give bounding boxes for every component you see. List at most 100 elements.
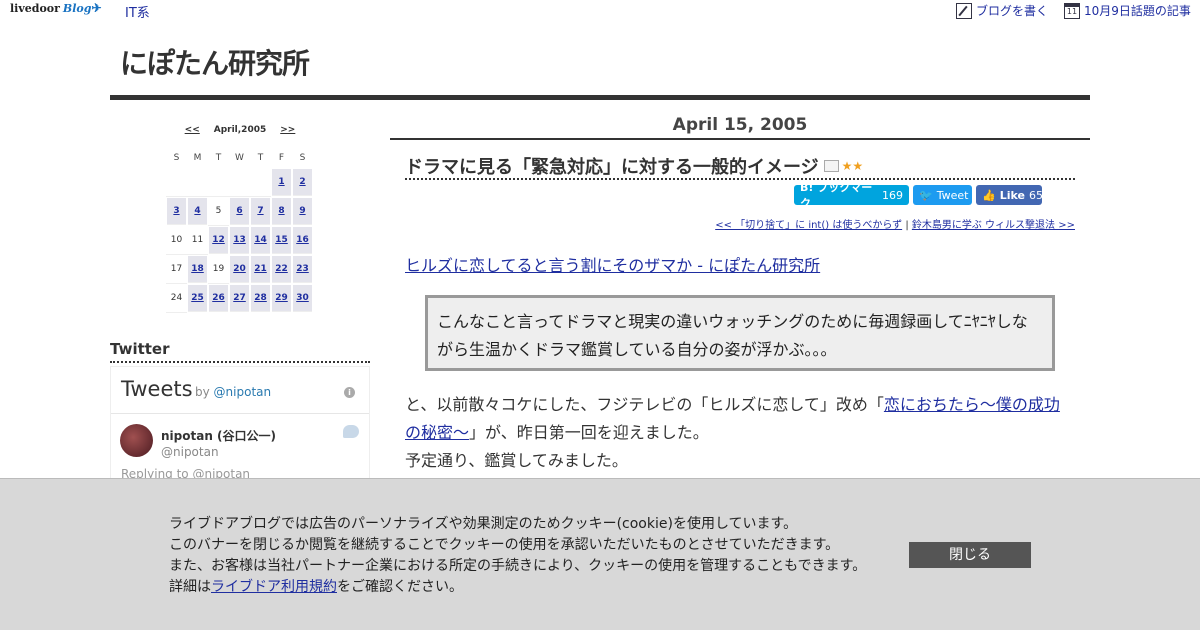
- post-date: April 15, 2005: [672, 115, 808, 135]
- logo-text: livedoor: [10, 2, 60, 15]
- calendar-day: [208, 168, 229, 197]
- image-icon: [823, 160, 839, 172]
- tweets-by: by @nipotan: [195, 385, 271, 399]
- calendar-day-link[interactable]: 9: [293, 198, 312, 225]
- like-count: 65: [1028, 188, 1043, 202]
- post-body: と、以前散々コケにした、フジテレビの「ヒルズに恋して」改め「恋におちたら～僕の成…: [405, 391, 1075, 475]
- calendar-day-link[interactable]: 25: [188, 285, 207, 312]
- date-divider: [390, 138, 1090, 140]
- pencil-icon: [956, 2, 972, 19]
- calendar-weekday: T: [215, 153, 222, 163]
- title-divider: [405, 178, 1075, 180]
- calendar-prev-link[interactable]: <<: [185, 125, 200, 135]
- calendar-day-link[interactable]: 27: [230, 285, 249, 312]
- prev-post-link[interactable]: << 「切り捨て」に int() は使うべからず: [715, 220, 902, 231]
- calendar-month: April,2005: [213, 125, 267, 135]
- calendar-day-link[interactable]: 28: [251, 285, 270, 312]
- calendar-day-link[interactable]: 21: [251, 256, 270, 283]
- facebook-like-button[interactable]: 👍 Like 65: [976, 185, 1043, 205]
- cookie-line-1: ライブドアブログでは広告のパーソナライズや効果測定のためクッキー(cookie)…: [169, 516, 798, 532]
- body-text-3: 予定通り、鑑賞してみました。: [405, 451, 628, 470]
- calendar-weekday: S: [173, 153, 180, 163]
- calendar-day-link[interactable]: 18: [188, 256, 207, 283]
- calendar-day-link[interactable]: 4: [188, 198, 207, 225]
- calendar-weekday: S: [299, 153, 306, 163]
- share-buttons: B! ブックマーク 169 🐦 Tweet 👍 Like 65: [794, 181, 1043, 210]
- calendar-day-link[interactable]: 29: [272, 285, 291, 312]
- calendar-next-link[interactable]: >>: [280, 125, 295, 135]
- tweets-by-handle[interactable]: @nipotan: [214, 385, 272, 399]
- body-text-1: と、以前散々コケにした、フジテレビの「ヒルズに恋して」改め「: [405, 395, 884, 414]
- calendar-weekday: T: [257, 153, 264, 163]
- calendar-day-link[interactable]: 3: [167, 198, 186, 225]
- body-text-2: 」が、昨日第一回を迎えました。: [469, 423, 709, 442]
- calendar-weekday: F: [278, 153, 285, 163]
- like-label: Like: [999, 188, 1025, 202]
- post-navigation: << 「切り捨て」に int() は使うべからず | 鈴木島男に学ぶ ウィルス撃…: [405, 216, 1075, 231]
- calendar-day: 19: [208, 255, 229, 284]
- calendar-day-link[interactable]: 26: [209, 285, 228, 312]
- calendar-day-link[interactable]: 30: [293, 285, 312, 312]
- calendar-day-link[interactable]: 13: [230, 227, 249, 254]
- calendar-day-link[interactable]: 14: [251, 227, 270, 254]
- category-link[interactable]: IT系: [125, 2, 150, 21]
- tweets-title[interactable]: Tweets: [121, 377, 193, 401]
- avatar[interactable]: [120, 424, 153, 457]
- calendar-day: [250, 168, 271, 197]
- write-blog-label: ブログを書く: [976, 4, 1049, 18]
- cookie-line-4-pre: 詳細は: [169, 579, 211, 595]
- calendar: << April,2005 >> S M T W T F S 1 2 3 4 5 6 7 8 9 10 11 12 1…: [166, 122, 314, 313]
- calendar-day-link[interactable]: 12: [209, 227, 228, 254]
- bird-icon: 🐦: [919, 188, 933, 202]
- next-post-link[interactable]: 鈴木島男に学ぶ ウィルス撃退法 >>: [912, 220, 1075, 231]
- calendar-nav: << April,2005 >>: [166, 122, 314, 138]
- tweet-author-name[interactable]: nipotan (谷口公一): [161, 427, 276, 444]
- close-button[interactable]: 閉じる: [909, 542, 1031, 568]
- cookie-line-4: 詳細はライブドア利用規約をご確認ください。: [169, 577, 866, 598]
- calendar-icon: 11: [1064, 2, 1080, 19]
- cookie-line-3: また、お客様は当社パートナー企業における所定の手続きにより、クッキーの使用を管理…: [169, 558, 867, 574]
- livedoor-blog-logo[interactable]: livedoor Blog✈: [10, 1, 102, 15]
- header-divider: [110, 95, 1090, 100]
- tweet-button[interactable]: 🐦 Tweet: [913, 185, 972, 205]
- tweet-author-handle[interactable]: @nipotan: [161, 445, 219, 459]
- reference-link[interactable]: ヒルズに恋してると言う割にそのザマか - にぽたん研究所: [405, 252, 820, 276]
- site-title[interactable]: にぽたん研究所: [120, 42, 310, 82]
- calendar-day: 24: [166, 284, 187, 313]
- logo-blog-text: Blog: [62, 2, 92, 15]
- calendar-day-link[interactable]: 2: [293, 169, 312, 196]
- tweet-label: Tweet: [936, 188, 969, 202]
- calendar-day-link[interactable]: 16: [293, 227, 312, 254]
- calendar-day-link[interactable]: 1: [272, 169, 291, 196]
- hatena-count: 169: [882, 188, 903, 202]
- calendar-weekday: W: [235, 153, 244, 163]
- tweets-by-prefix: by: [195, 385, 214, 399]
- twitter-timeline: Tweets by @nipotan i nipotan (谷口公一) @nip…: [110, 366, 370, 496]
- calendar-day-link[interactable]: 7: [251, 198, 270, 225]
- calendar-day-link[interactable]: 15: [272, 227, 291, 254]
- twitter-separator: [111, 413, 369, 414]
- calendar-day-link[interactable]: 22: [272, 256, 291, 283]
- write-blog-link[interactable]: ブログを書く: [956, 2, 1048, 19]
- rating-stars: ★★: [841, 159, 864, 173]
- hatena-bookmark-button[interactable]: B! ブックマーク 169: [794, 181, 909, 210]
- calendar-day-link[interactable]: 8: [272, 198, 291, 225]
- cookie-line-2: このバナーを閉じるか閲覧を継続することでクッキーの使用を承認いただいたものとさせ…: [169, 537, 840, 553]
- topics-link[interactable]: 11 10月9日話題の記事: [1064, 2, 1191, 19]
- calendar-day-link[interactable]: 23: [293, 256, 312, 283]
- calendar-day: [187, 168, 208, 197]
- calendar-day-link[interactable]: 20: [230, 256, 249, 283]
- post-title[interactable]: ドラマに見る「緊急対応」に対する一般的イメージ ★★: [405, 153, 863, 179]
- nav-separator: |: [902, 220, 912, 231]
- calendar-day: [166, 168, 187, 197]
- calendar-day: 11: [187, 226, 208, 255]
- twitter-bird-icon[interactable]: [343, 425, 359, 438]
- calendar-day-link[interactable]: 6: [230, 198, 249, 225]
- twitter-divider: [110, 361, 370, 363]
- info-icon[interactable]: i: [344, 387, 355, 398]
- topics-label: 10月9日話題の記事: [1084, 4, 1191, 18]
- terms-link[interactable]: ライブドア利用規約: [211, 579, 337, 595]
- cookie-text: ライブドアブログでは広告のパーソナライズや効果測定のためクッキー(cookie)…: [169, 514, 866, 598]
- calendar-weekday: M: [193, 153, 202, 163]
- cookie-banner: ライブドアブログでは広告のパーソナライズや効果測定のためクッキー(cookie)…: [0, 478, 1200, 630]
